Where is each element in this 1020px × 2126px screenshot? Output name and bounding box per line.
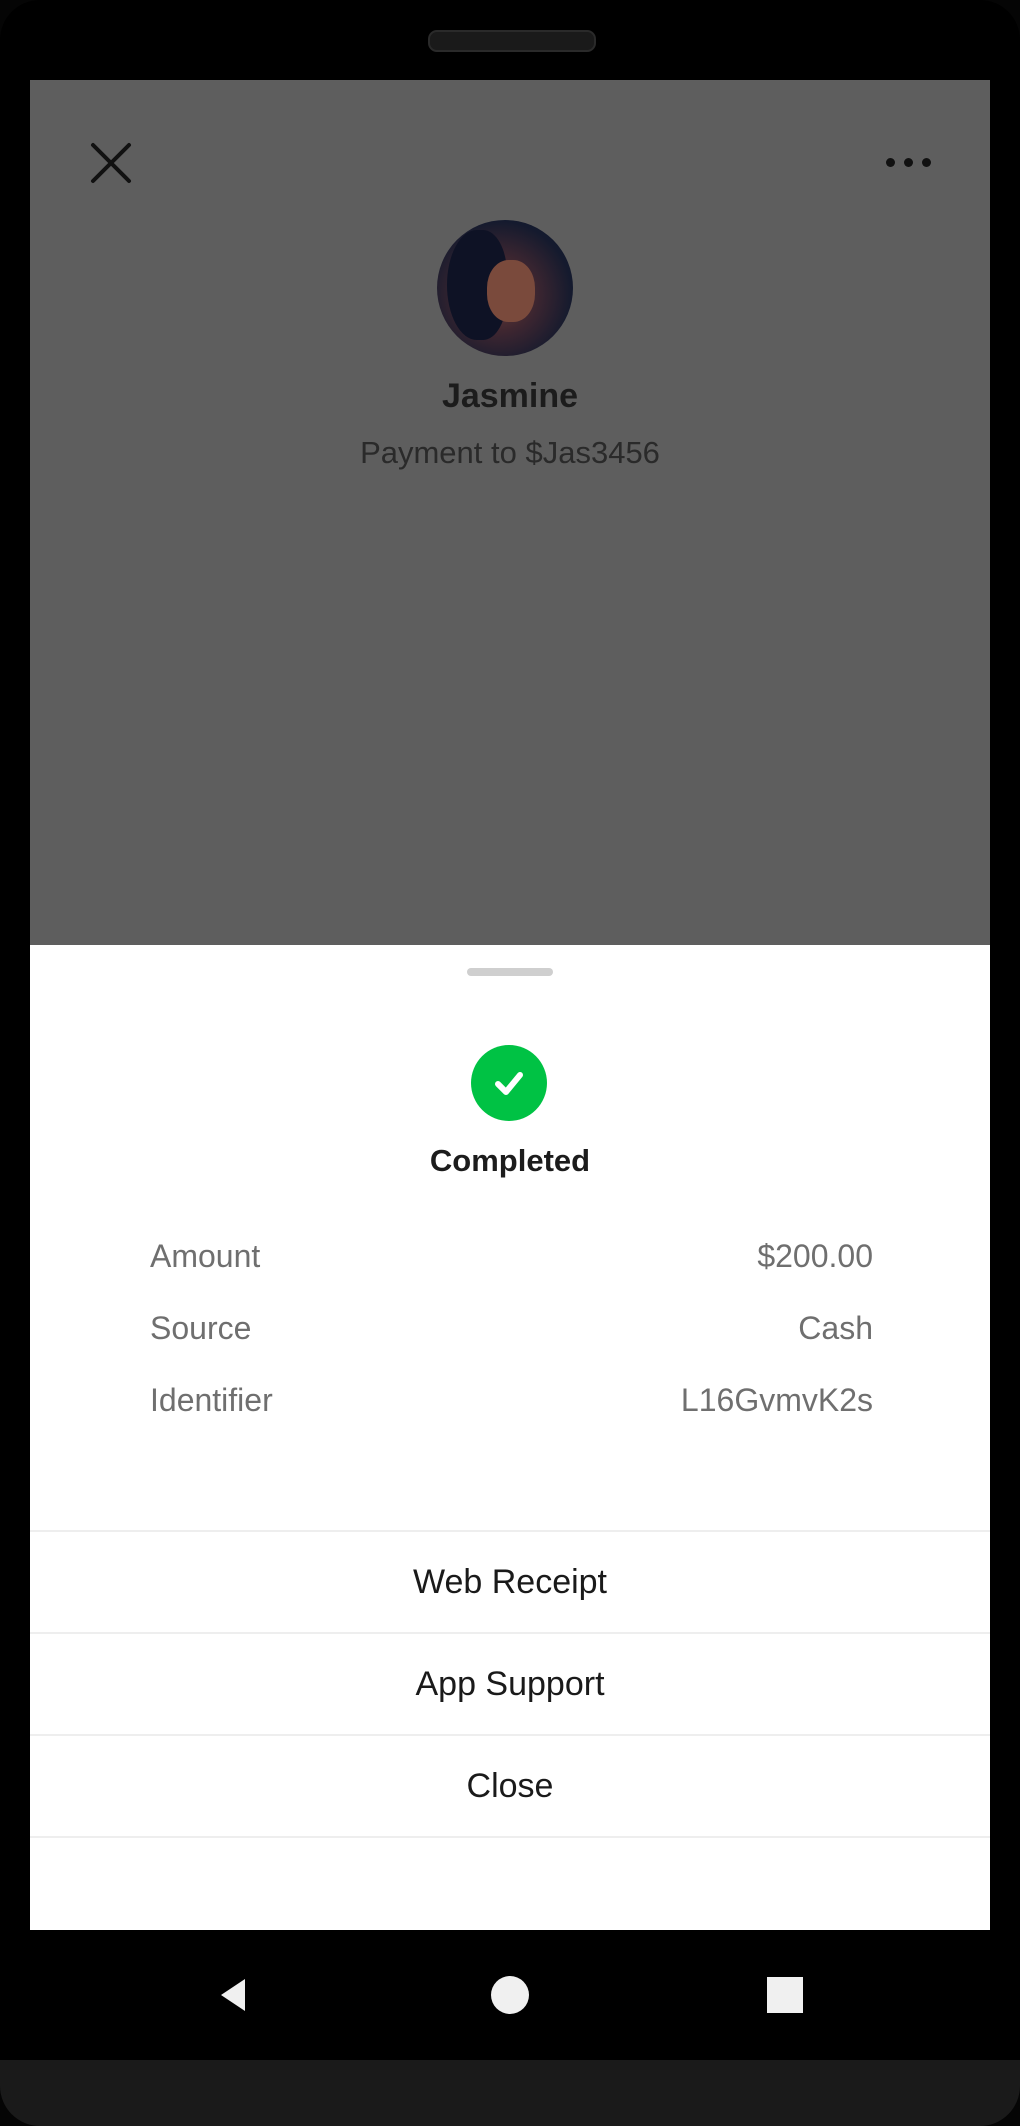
- recents-icon[interactable]: [750, 1960, 820, 2030]
- phone-frame: Jasmine Payment to $Jas3456 Completed Am…: [0, 0, 1020, 2126]
- web-receipt-button[interactable]: Web Receipt: [30, 1532, 990, 1632]
- detail-row-source: Source Cash: [150, 1305, 873, 1351]
- bottom-sheet: Completed Amount $200.00 Source Cash Ide…: [30, 945, 990, 1930]
- system-nav-bar: [0, 1930, 1020, 2060]
- detail-row-amount: Amount $200.00: [150, 1233, 873, 1279]
- speaker-grille: [428, 30, 596, 52]
- detail-label: Identifier: [150, 1381, 273, 1418]
- back-icon[interactable]: [198, 1960, 268, 2030]
- more-options-icon[interactable]: [868, 142, 948, 182]
- detail-value: $200.00: [757, 1237, 873, 1274]
- close-icon[interactable]: [84, 136, 138, 190]
- detail-label: Source: [150, 1309, 252, 1346]
- contact-name: Jasmine: [441, 377, 579, 415]
- detail-row-identifier: Identifier L16GvmvK2s: [150, 1377, 873, 1423]
- detail-value: Cash: [798, 1309, 873, 1346]
- avatar: [437, 220, 573, 356]
- app-support-button[interactable]: App Support: [30, 1634, 990, 1734]
- payment-subtitle: Payment to $Jas3456: [360, 435, 660, 470]
- home-icon[interactable]: [475, 1960, 545, 2030]
- status-label: Completed: [429, 1143, 591, 1178]
- close-button[interactable]: Close: [30, 1736, 990, 1836]
- screen: Jasmine Payment to $Jas3456 Completed Am…: [30, 80, 990, 1930]
- detail-value: L16GvmvK2s: [680, 1381, 873, 1418]
- check-circle-icon: [471, 1045, 547, 1121]
- divider: [30, 1836, 990, 1838]
- sheet-grabber[interactable]: [467, 968, 553, 976]
- phone-chin: [0, 2060, 1020, 2126]
- dimmed-background[interactable]: Jasmine Payment to $Jas3456: [30, 80, 990, 945]
- detail-label: Amount: [150, 1237, 261, 1274]
